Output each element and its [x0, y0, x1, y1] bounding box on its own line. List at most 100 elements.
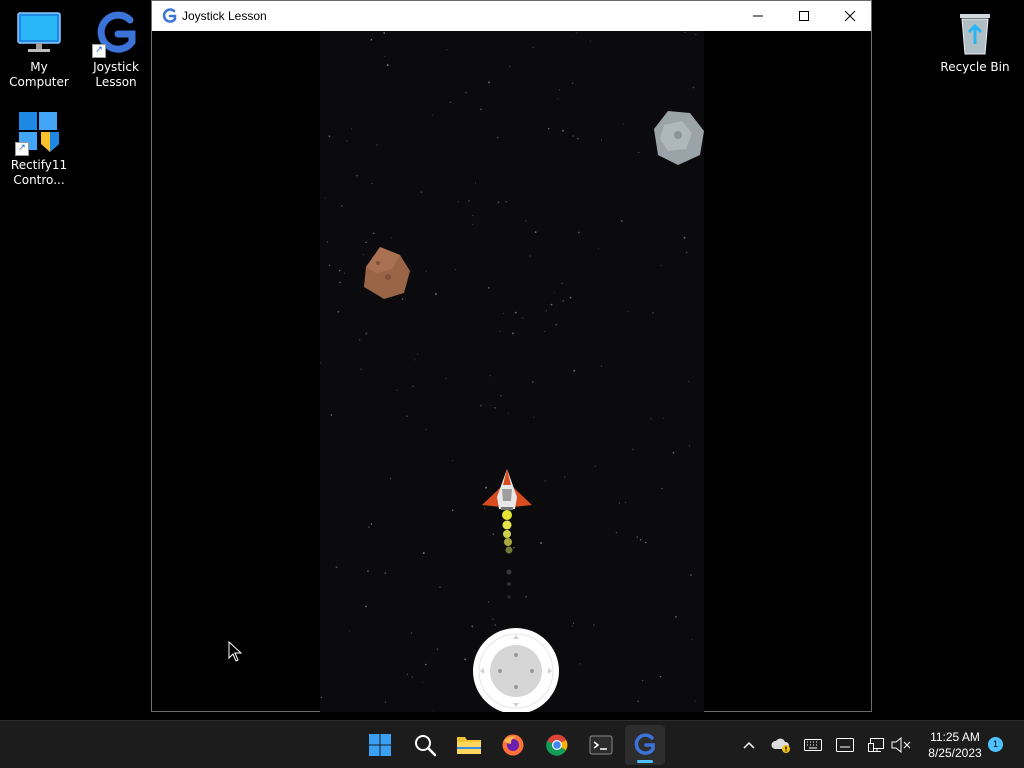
star: [396, 389, 398, 391]
star: [597, 248, 599, 250]
firefox-button[interactable]: [493, 725, 533, 765]
brown-asteroid: [364, 247, 410, 299]
star: [489, 375, 491, 377]
star: [683, 236, 686, 239]
star: [513, 546, 515, 549]
monitor-icon: [15, 10, 63, 58]
desktop-icon-label: Joystick Lesson: [93, 60, 139, 89]
touch-keyboard-tray-button[interactable]: [833, 733, 857, 757]
search-button[interactable]: [405, 725, 445, 765]
chrome-button[interactable]: [537, 725, 577, 765]
close-button[interactable]: [827, 1, 873, 31]
game-scene: [320, 31, 704, 712]
show-hidden-icons-button[interactable]: [737, 733, 761, 757]
desktop-icon-rectify11[interactable]: ↗ Rectify11 Contro...: [1, 108, 77, 188]
search-icon: [415, 735, 437, 757]
joystick-lesson-button[interactable]: [625, 725, 665, 765]
star: [652, 312, 654, 314]
star: [497, 201, 500, 204]
volume-tray-button[interactable]: [889, 733, 913, 757]
star: [525, 220, 527, 222]
star: [320, 362, 321, 364]
onedrive-tray-button[interactable]: [769, 733, 793, 757]
star: [451, 509, 454, 511]
star: [391, 237, 393, 239]
star: [335, 566, 338, 569]
game-canvas[interactable]: [320, 31, 704, 712]
taskbar: 11:25 AM 8/25/2023 1: [0, 720, 1024, 768]
star: [545, 310, 547, 312]
gdevelop-icon: [162, 8, 177, 23]
star: [468, 200, 470, 202]
maximize-button[interactable]: [781, 1, 827, 31]
desktop-icon-joystick-lesson[interactable]: ↗ Joystick Lesson: [78, 10, 154, 90]
window-titlebar[interactable]: Joystick Lesson: [152, 1, 871, 31]
minimize-icon: [753, 15, 763, 17]
star: [577, 231, 580, 234]
network-tray-button[interactable]: [865, 733, 889, 757]
star: [499, 330, 501, 332]
star: [320, 696, 323, 699]
star: [328, 135, 331, 138]
star: [326, 241, 329, 243]
minimize-button[interactable]: [735, 1, 781, 31]
star: [688, 445, 690, 447]
star: [425, 429, 427, 431]
joystick-thumb[interactable]: [490, 645, 542, 697]
star: [370, 523, 373, 525]
star: [577, 137, 579, 140]
star: [390, 478, 392, 480]
star: [507, 412, 509, 414]
star: [661, 487, 663, 490]
star: [509, 65, 511, 67]
star: [684, 31, 686, 33]
star: [590, 40, 591, 42]
star: [434, 293, 437, 295]
file-explorer-button[interactable]: [449, 725, 489, 765]
star: [370, 38, 373, 41]
desktop-icon-recycle-bin[interactable]: Recycle Bin: [937, 10, 1013, 75]
star: [412, 385, 414, 388]
star: [650, 418, 652, 420]
star: [639, 538, 642, 541]
keyboard-tray-button[interactable]: [801, 733, 825, 757]
star: [401, 298, 404, 300]
star: [492, 533, 494, 535]
star: [376, 144, 378, 146]
star: [365, 605, 367, 608]
virtual-joystick[interactable]: [473, 628, 559, 712]
star: [615, 531, 618, 534]
desktop-icon-my-computer[interactable]: My Computer: [1, 10, 77, 90]
star: [328, 264, 331, 267]
network-icon: [868, 738, 884, 752]
terminal-button[interactable]: [581, 725, 621, 765]
star: [691, 638, 693, 640]
star: [384, 56, 386, 57]
star: [384, 572, 387, 574]
star: [627, 311, 629, 313]
star: [638, 151, 640, 154]
recycle-bin-icon: [951, 10, 999, 58]
star: [687, 380, 689, 382]
start-button[interactable]: [360, 725, 400, 765]
star: [449, 101, 452, 104]
star: [472, 223, 474, 225]
star: [349, 630, 351, 632]
star: [632, 448, 634, 451]
star: [686, 251, 688, 253]
star: [339, 281, 341, 283]
star: [564, 476, 566, 478]
star: [457, 201, 459, 203]
star: [454, 268, 456, 270]
star: [465, 91, 467, 94]
taskbar-clock[interactable]: 11:25 AM 8/25/2023: [918, 729, 992, 761]
star: [555, 324, 557, 326]
star: [384, 701, 387, 703]
notification-badge[interactable]: 1: [988, 737, 1003, 752]
star: [534, 231, 537, 234]
star: [488, 81, 491, 84]
star: [350, 128, 352, 130]
star: [557, 98, 559, 100]
star: [497, 136, 499, 139]
star: [672, 451, 675, 454]
